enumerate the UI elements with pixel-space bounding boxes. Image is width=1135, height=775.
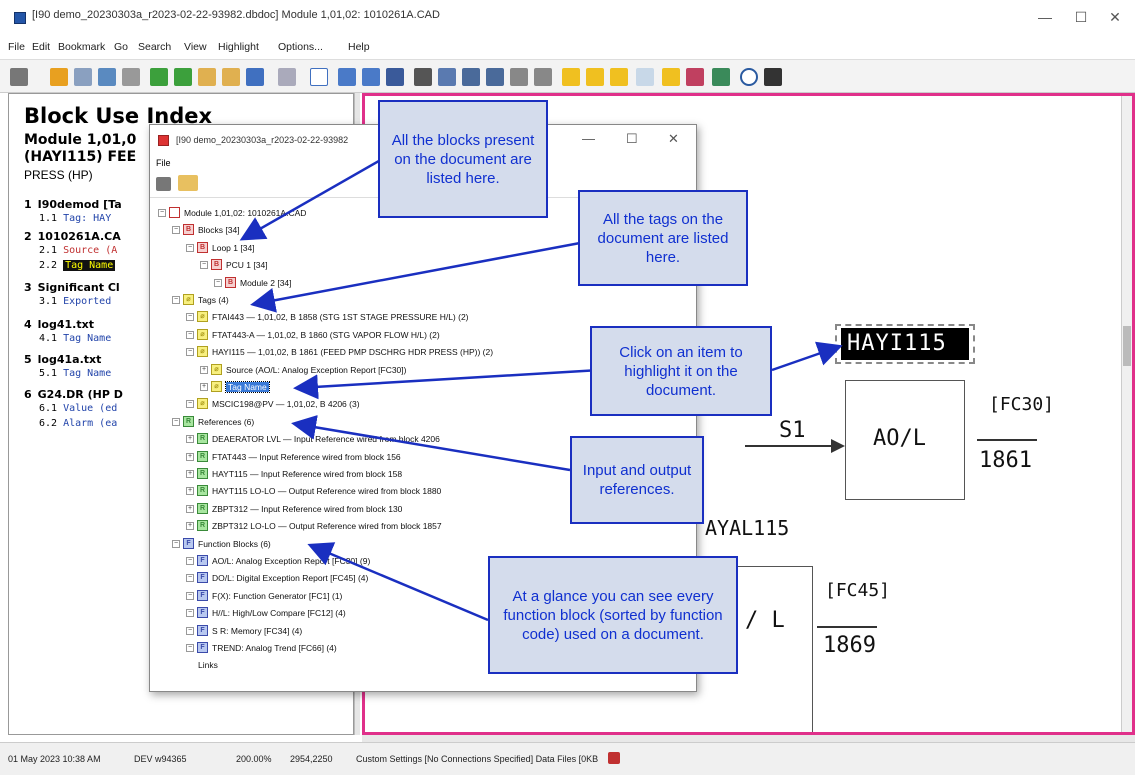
status-bar: 01 May 2023 10:38 AM DEV w94365 200.00% …: [0, 742, 1135, 775]
callout-blocks: All the blocks present on the document a…: [378, 100, 548, 218]
arrow-to-function-blocks: [307, 542, 489, 622]
callout-tags: All the tags on the document are listed …: [578, 190, 748, 286]
status-warning-icon[interactable]: [608, 752, 620, 764]
status-zoom: 200.00%: [236, 754, 272, 764]
status-date: 01 May 2023 10:38 AM: [8, 754, 101, 764]
status-device: DEV w94365: [134, 754, 187, 764]
callout-function-blocks: At a glance you can see every function b…: [488, 556, 738, 674]
arrow-to-drawing-tag: [771, 341, 843, 372]
arrow-to-tag-name: [293, 368, 601, 400]
arrow-to-references: [291, 414, 571, 472]
callout-highlight: Click on an item to highlight it on the …: [590, 326, 772, 416]
arrow-to-blocks: [239, 148, 399, 241]
status-settings: Custom Settings [No Connections Specifie…: [356, 754, 599, 764]
arrow-to-tags: [250, 238, 597, 313]
callout-references: Input and output references.: [570, 436, 704, 524]
status-coordinates: 2954,2250: [290, 754, 333, 764]
